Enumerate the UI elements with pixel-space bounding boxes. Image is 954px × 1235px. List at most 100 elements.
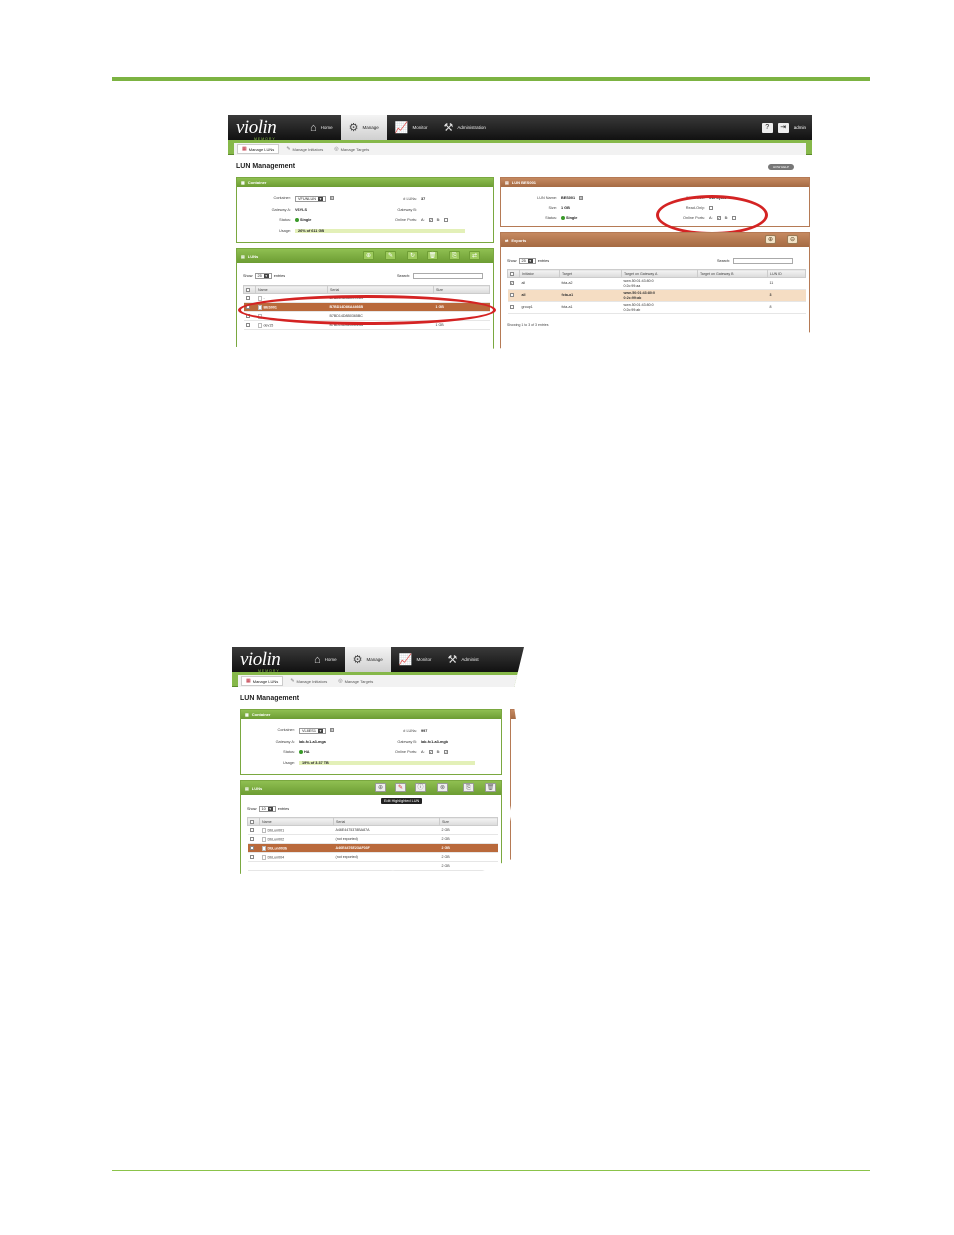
lun-size-value: 1 GB bbox=[561, 206, 570, 210]
tab-manage-initiators[interactable]: ✎ Manage Initiators bbox=[282, 145, 327, 153]
container-panel: ▦ Container Container: VFUNLUN ▼ ≡ # LUNs:… bbox=[236, 177, 494, 243]
luns-table: Name Serial Size DbLun001 A46E4475378BA87… bbox=[247, 817, 498, 871]
container-select[interactable]: VFUNLUN ▼ bbox=[295, 196, 326, 202]
edit-lun-button[interactable]: ✎ bbox=[385, 251, 396, 260]
port-a-checkbox: ✓ bbox=[428, 750, 433, 754]
col-target-gw-b[interactable]: Target on Gateway B bbox=[697, 269, 768, 278]
info-lun-button[interactable]: ⓘ bbox=[415, 783, 426, 792]
status-ok-icon bbox=[295, 218, 299, 222]
exports-search-input[interactable] bbox=[733, 258, 794, 264]
refresh-lun-button[interactable]: ↻ bbox=[407, 251, 418, 260]
container-panel-header: ▦ Container bbox=[241, 710, 501, 719]
col-target-gw-a[interactable]: Target on Gateway A bbox=[621, 269, 698, 278]
container-panel: ▦ Container Container: VL8ES1 ▼ ≡ # LUNs: 9… bbox=[240, 709, 502, 775]
help-icon[interactable]: ? bbox=[761, 122, 773, 133]
table-row[interactable]: group1 fcta-a1 wwn.50:01:43:80:0 0:2c:99:ab… bbox=[507, 301, 806, 314]
export-icon: ⇄ bbox=[505, 237, 509, 243]
edit-lun-tooltip: Edit Highlighted LUN bbox=[381, 798, 423, 804]
tab-manage-luns[interactable]: ▦ Manage LUNs bbox=[237, 144, 280, 154]
nav-administration[interactable]: ⚒ Administ bbox=[440, 647, 487, 672]
export-button[interactable]: ⇄ bbox=[469, 251, 480, 260]
add-export-button[interactable]: ⊕ bbox=[765, 235, 776, 244]
grid-icon: ▦ bbox=[242, 146, 247, 152]
table-row[interactable]: DbLun002 (not exported) 2 GB bbox=[247, 834, 498, 844]
sub-nav: ▦ Manage LUNs ✎ Manage Initiators ◎ Manage … bbox=[232, 672, 524, 687]
lun-row-icon bbox=[261, 845, 266, 851]
table-row-selected[interactable]: ✓ DbLun003b A46E4476E23AF03F 2 GB bbox=[247, 843, 498, 853]
exports-footer: Showing 1 to 3 of 3 entries bbox=[507, 323, 549, 327]
callout-block-size bbox=[656, 195, 768, 235]
tab-manage-luns[interactable]: ▦ Manage LUNs bbox=[241, 676, 284, 686]
nav-home[interactable]: ⌂ Home bbox=[302, 115, 341, 140]
snapshot-button[interactable]: ⎘ bbox=[449, 251, 460, 260]
table-row[interactable]: 2 GB bbox=[247, 861, 498, 871]
exports-panel-header: ⇄ Exports bbox=[501, 233, 809, 247]
col-serial[interactable]: Serial bbox=[327, 285, 434, 294]
link-icon: ✎ bbox=[286, 146, 291, 152]
hammer-icon: ⚒ bbox=[443, 122, 454, 134]
snapshot-button[interactable]: ⎘ bbox=[463, 783, 474, 792]
add-lun-button[interactable]: ⊕ bbox=[363, 251, 374, 260]
col-name[interactable]: Name bbox=[255, 285, 328, 294]
exports-page-size-select[interactable]: 25 ▼ bbox=[518, 258, 536, 264]
user-name[interactable]: admin bbox=[794, 125, 806, 130]
help-button[interactable]: HOW HELP bbox=[768, 164, 795, 170]
settings-lun-button[interactable]: ⊗ bbox=[437, 783, 448, 792]
gateway-a-value: V6YLS bbox=[295, 208, 308, 212]
page-title: LUN Management bbox=[236, 163, 296, 170]
luns-panel-header: ▤ LUNs bbox=[241, 781, 501, 795]
col-target[interactable]: Target bbox=[559, 269, 622, 278]
lun-detail-panel-edge bbox=[510, 709, 524, 881]
target-icon: ◎ bbox=[338, 678, 343, 684]
nav-monitor[interactable]: 📈 Monitor bbox=[387, 115, 436, 140]
violin-logo: violin MEMORY bbox=[236, 116, 277, 141]
container-select[interactable]: VL8ES1 ▼ bbox=[299, 728, 326, 734]
lun-icon: ▤ bbox=[245, 785, 249, 791]
table-row-highlighted[interactable]: all fcta-a1 wwn.50:01:43:80:0 0:2c:99:ab 3 bbox=[507, 289, 806, 302]
callout-highlight-selected-lun bbox=[238, 295, 496, 325]
logout-icon[interactable]: ⇥ bbox=[777, 122, 789, 133]
col-name[interactable]: Name bbox=[259, 817, 334, 826]
table-row[interactable]: ✓ all fcta-a2 wwn.50:01:43:80:0 0:2c:99:aa 11 bbox=[507, 277, 806, 290]
col-lun-id[interactable]: LUN ID bbox=[767, 269, 806, 278]
nav-monitor[interactable]: 📈 Monitor bbox=[391, 647, 440, 672]
lun-name-edit-icon[interactable]: ≡ bbox=[579, 196, 584, 200]
page-rule-bottom bbox=[112, 1170, 870, 1171]
top-nav: violin MEMORY ⌂ Home ⚙ Manage 📈 Monitor ⚒ Adm… bbox=[228, 115, 812, 141]
table-row[interactable]: DbLun004 (not exported) 2 GB bbox=[247, 852, 498, 862]
col-serial[interactable]: Serial bbox=[333, 817, 440, 826]
page-size-select[interactable]: 10 ▼ bbox=[258, 806, 276, 812]
top-nav: violin MEMORY ⌂ Home ⚙ Manage 📈 Monitor ⚒ Adm… bbox=[232, 647, 524, 673]
delete-lun-button[interactable]: 🗑 bbox=[427, 251, 438, 260]
col-size[interactable]: Size bbox=[433, 285, 490, 294]
select-all-checkbox[interactable] bbox=[243, 285, 256, 294]
gear-icon: ⚙ bbox=[348, 122, 359, 134]
container-info-icon[interactable]: ≡ bbox=[329, 196, 334, 200]
storage-icon: ▦ bbox=[245, 712, 249, 717]
tab-manage-targets[interactable]: ◎ Manage Targets bbox=[330, 145, 373, 153]
page-size-select[interactable]: 25 ▼ bbox=[254, 273, 272, 279]
nav-manage[interactable]: ⚙ Manage bbox=[340, 115, 387, 140]
edit-lun-button[interactable]: ✎ bbox=[395, 783, 406, 792]
delete-lun-button[interactable]: 🗑 bbox=[485, 783, 496, 792]
remove-export-button[interactable]: ⊖ bbox=[787, 235, 798, 244]
tab-manage-initiators[interactable]: ✎ Manage Initiators bbox=[286, 677, 331, 685]
chart-icon: 📈 bbox=[398, 654, 413, 666]
col-initiator[interactable]: Initiator bbox=[519, 269, 560, 278]
add-lun-button[interactable]: ⊕ bbox=[375, 783, 386, 792]
lun-detail-header: ▤ LUN BES001 bbox=[501, 178, 809, 187]
usage-bar: 19% of 3.37 TB bbox=[299, 761, 475, 765]
link-icon: ✎ bbox=[290, 678, 295, 684]
tab-manage-targets[interactable]: ◎ Manage Targets bbox=[334, 677, 377, 685]
lun-search-input[interactable] bbox=[413, 273, 484, 279]
table-row[interactable]: DbLun001 A46E4475378BA87A 2 GB bbox=[247, 825, 498, 835]
select-all-checkbox[interactable] bbox=[507, 269, 520, 278]
gateway-a-value: lab-fc1-a3-mga bbox=[299, 740, 326, 744]
nav-administration[interactable]: ⚒ Administration bbox=[436, 115, 494, 140]
nav-manage[interactable]: ⚙ Manage bbox=[344, 647, 391, 672]
container-info-icon[interactable]: ≡ bbox=[329, 728, 334, 732]
select-all-checkbox[interactable] bbox=[247, 817, 260, 826]
nav-home[interactable]: ⌂ Home bbox=[306, 647, 345, 672]
col-size[interactable]: Size bbox=[439, 817, 498, 826]
lun-row-icon bbox=[257, 322, 262, 328]
